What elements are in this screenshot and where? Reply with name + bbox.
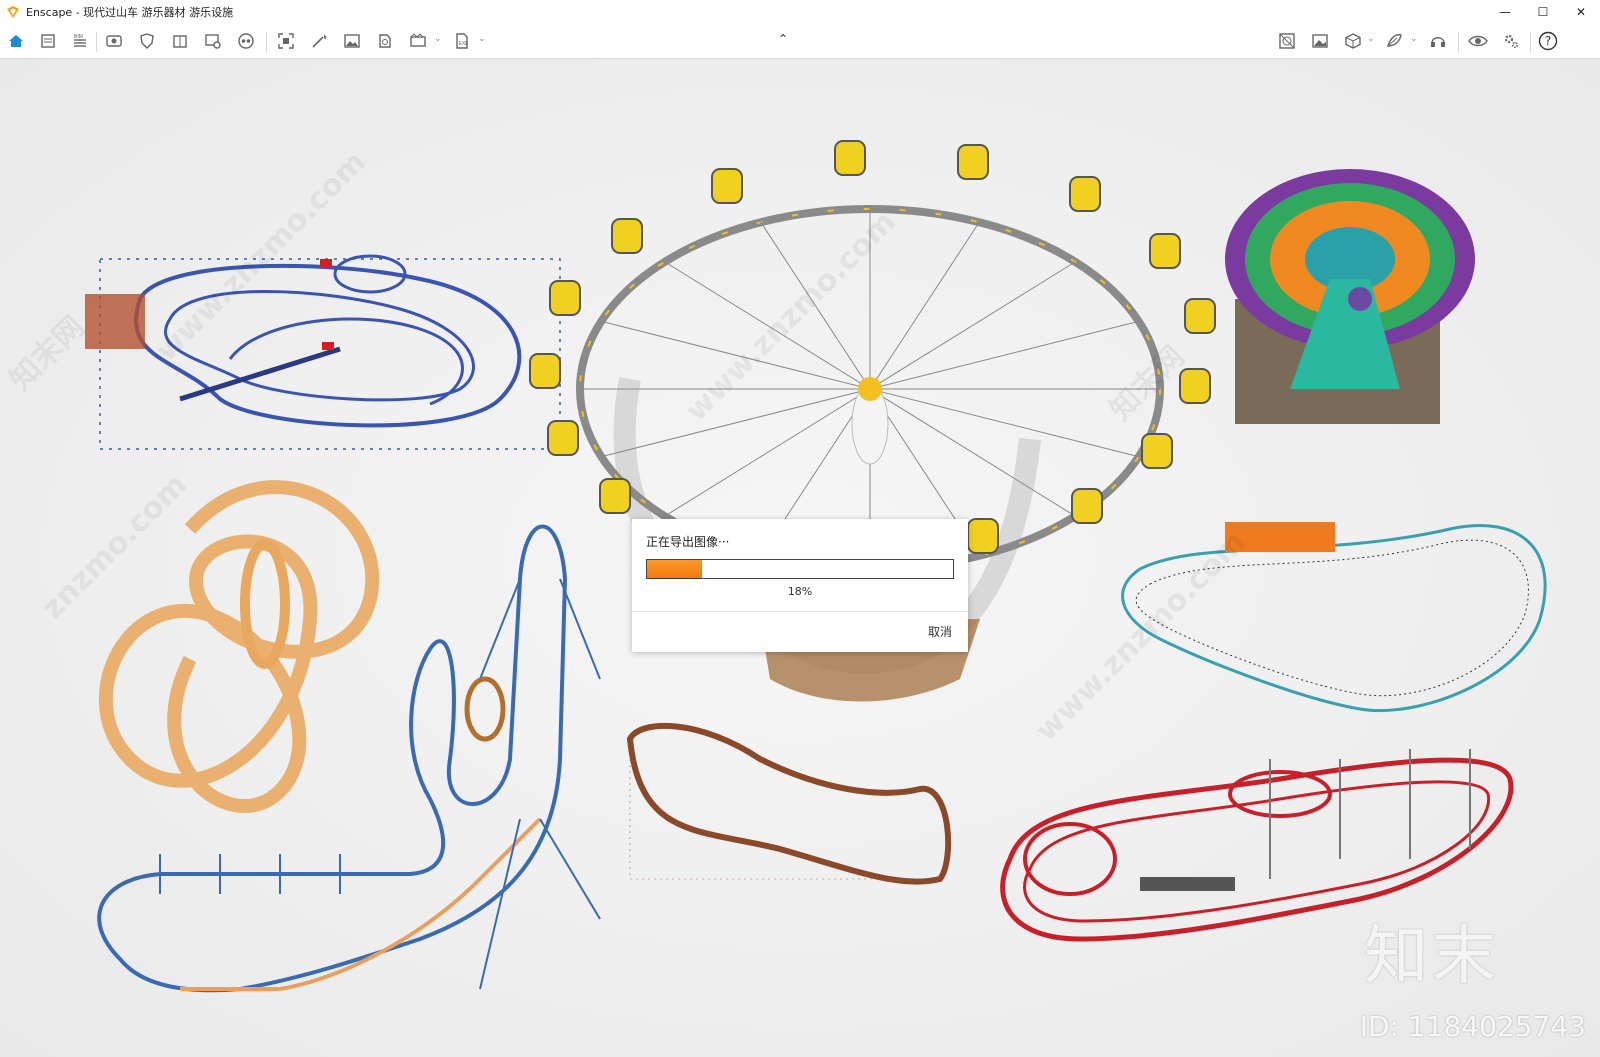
visual-settings-icon[interactable] bbox=[1468, 31, 1488, 51]
toolbar-separator bbox=[266, 32, 267, 52]
teal-coaster bbox=[1121, 522, 1547, 712]
toolbar-separator bbox=[1530, 32, 1531, 52]
site-context-dropdown-caret[interactable]: ⌄ bbox=[1410, 34, 1418, 44]
toolbar-separator bbox=[96, 32, 97, 52]
dialog-divider bbox=[632, 611, 968, 612]
cancel-button[interactable]: 取消 bbox=[928, 623, 952, 640]
svg-text:EXE: EXE bbox=[459, 41, 470, 47]
main-toolbar: BIM ⌄ EXE ⌄ ⌃ ⌄ ⌄ ? bbox=[0, 24, 1600, 59]
panorama-icon[interactable] bbox=[375, 31, 395, 51]
window-title: Enscape - 现代过山车 游乐器材 游乐设施 bbox=[26, 6, 234, 19]
progress-bar-fill bbox=[647, 560, 703, 578]
asset-library-icon[interactable] bbox=[1343, 31, 1363, 51]
material-editor-icon[interactable] bbox=[1277, 31, 1297, 51]
collapse-toolbar-chevron-icon[interactable]: ⌃ bbox=[778, 32, 788, 46]
export-progress-dialog: 正在导出图像··· 18% 取消 bbox=[632, 519, 968, 652]
render-image-icon[interactable] bbox=[342, 31, 362, 51]
maximize-button[interactable]: ☐ bbox=[1524, 0, 1562, 24]
bim-icon[interactable]: BIM bbox=[70, 31, 90, 51]
title-bar: Enscape - 现代过山车 游乐器材 游乐设施 — ☐ ✕ bbox=[0, 0, 1600, 24]
video-dropdown-caret[interactable]: ⌄ bbox=[434, 34, 442, 44]
vr-icon[interactable] bbox=[236, 31, 256, 51]
site-context-icon[interactable] bbox=[1384, 31, 1404, 51]
shield-icon[interactable] bbox=[137, 31, 157, 51]
video-icon[interactable] bbox=[408, 31, 428, 51]
render-viewport[interactable]: www.znzmo.com 知末网 www.znzmo.com 知末网 znzm… bbox=[0, 59, 1600, 1057]
export-dropdown-caret[interactable]: ⌄ bbox=[478, 34, 486, 44]
building-icon[interactable] bbox=[170, 31, 190, 51]
image-gallery-icon[interactable] bbox=[203, 31, 223, 51]
screenshot-icon[interactable] bbox=[276, 31, 296, 51]
svg-text:?: ? bbox=[1545, 34, 1551, 48]
progress-percent: 18% bbox=[787, 585, 813, 598]
view-icon[interactable] bbox=[104, 31, 124, 51]
dialog-title: 正在导出图像··· bbox=[646, 535, 730, 549]
landscape-icon[interactable] bbox=[1310, 31, 1330, 51]
general-settings-icon[interactable] bbox=[1501, 31, 1521, 51]
asset-dropdown-caret[interactable]: ⌄ bbox=[1367, 34, 1375, 44]
toolbar-separator bbox=[1458, 32, 1459, 52]
home-icon[interactable] bbox=[6, 31, 26, 51]
brand-logo-text: 知末 bbox=[1364, 920, 1500, 994]
close-button[interactable]: ✕ bbox=[1562, 0, 1600, 24]
carousel-ride bbox=[1225, 169, 1475, 424]
blue-roller-coaster bbox=[85, 254, 561, 450]
enscape-logo-icon bbox=[7, 6, 19, 18]
image-id-label: ID: 1184025743 bbox=[1359, 1010, 1586, 1043]
minimize-button[interactable]: — bbox=[1486, 0, 1524, 24]
progress-bar bbox=[646, 559, 954, 579]
svg-text:BIM: BIM bbox=[74, 34, 83, 40]
window-controls: — ☐ ✕ bbox=[1486, 0, 1600, 24]
export-icon[interactable]: EXE bbox=[452, 31, 472, 51]
help-icon[interactable]: ? bbox=[1538, 31, 1558, 51]
headset-icon[interactable] bbox=[1428, 31, 1448, 51]
notes-icon[interactable] bbox=[38, 31, 58, 51]
magic-wand-icon[interactable] bbox=[309, 31, 329, 51]
brown-coaster bbox=[626, 722, 952, 885]
